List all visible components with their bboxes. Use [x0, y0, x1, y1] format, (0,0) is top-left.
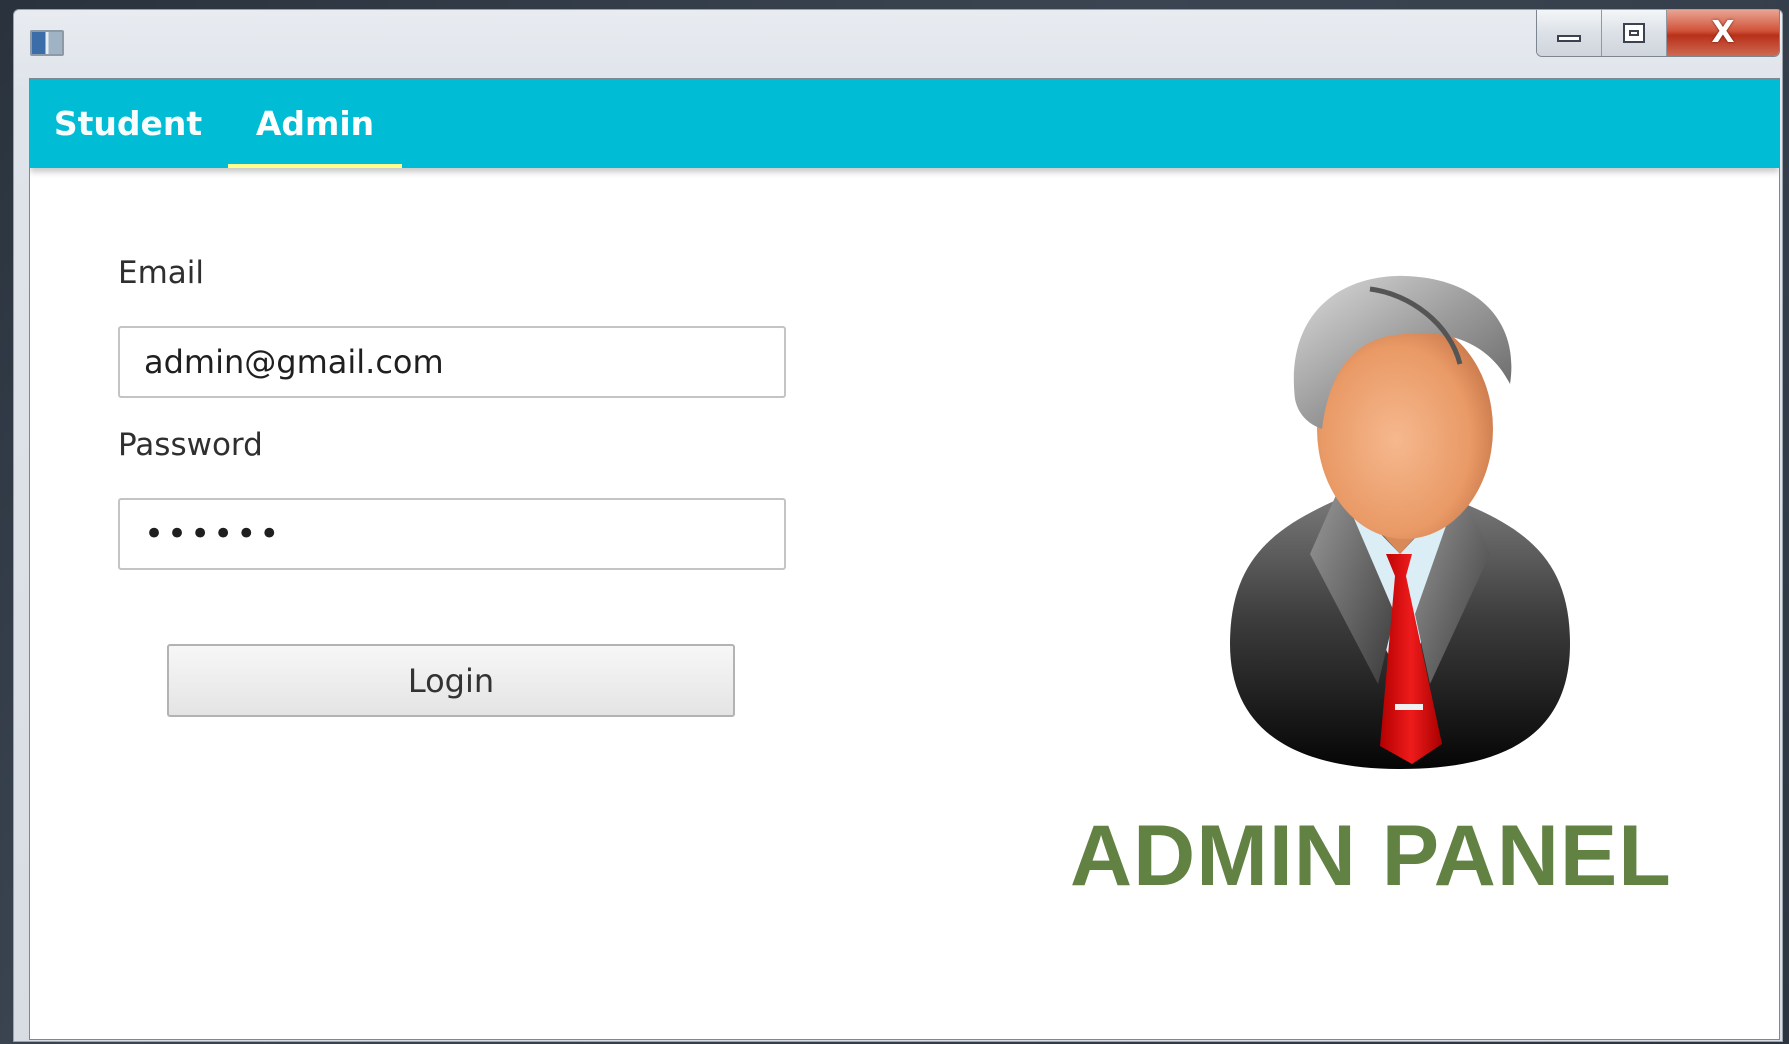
title-bar[interactable]: X — [14, 10, 1782, 78]
login-panel: Student Admin Email Password Login — [29, 78, 1780, 1040]
login-button[interactable]: Login — [167, 644, 735, 717]
minimize-button[interactable] — [1537, 10, 1602, 56]
tab-bar: Student Admin — [30, 79, 1779, 168]
tab-student[interactable]: Student — [38, 79, 218, 168]
tab-student-label: Student — [53, 104, 203, 143]
password-field[interactable] — [118, 498, 786, 570]
email-label: Email — [118, 255, 205, 291]
email-field[interactable] — [118, 326, 786, 398]
app-window: X Student Admin Email Password Login — [13, 9, 1783, 1042]
tab-admin[interactable]: Admin — [228, 79, 402, 168]
window-controls: X — [1536, 10, 1780, 57]
password-label: Password — [118, 427, 263, 463]
close-button[interactable]: X — [1667, 10, 1779, 56]
tab-selected-indicator — [228, 164, 402, 168]
maximize-button[interactable] — [1602, 10, 1667, 56]
tab-admin-label: Admin — [255, 104, 375, 143]
close-icon: X — [1711, 15, 1735, 50]
app-icon[interactable] — [30, 30, 64, 56]
admin-panel-title: ADMIN PANEL — [1070, 808, 1672, 904]
minimize-icon — [1557, 34, 1581, 42]
maximize-icon — [1623, 23, 1645, 43]
admin-user-icon — [1230, 275, 1570, 769]
